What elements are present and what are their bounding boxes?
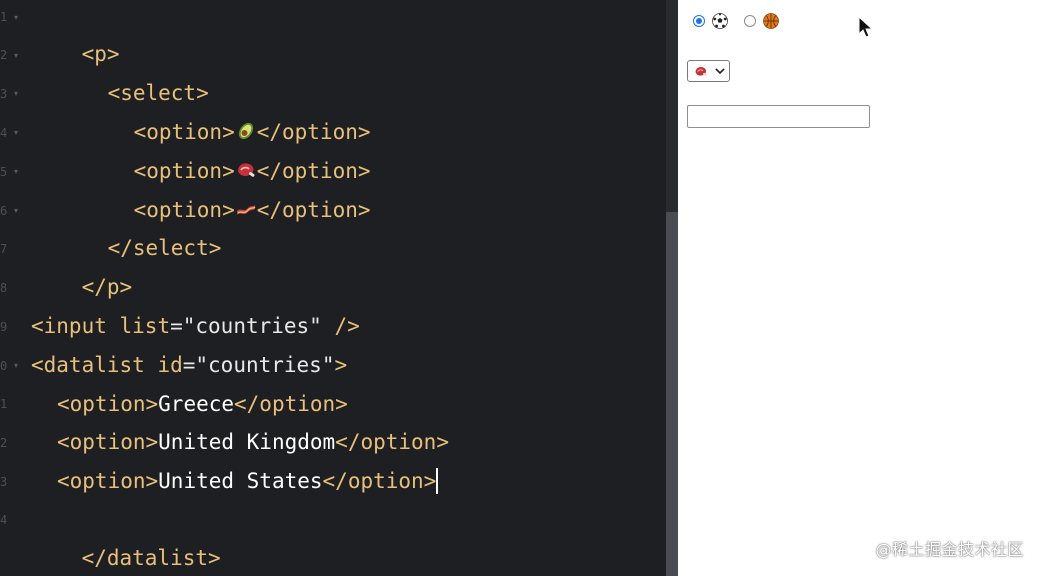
code-line: <option>United Kingdom</option> <box>57 423 449 461</box>
meat-icon <box>695 66 707 77</box>
bacon-icon <box>236 205 256 215</box>
fold-arrow-icon[interactable]: ▾ <box>14 13 22 22</box>
food-select[interactable] <box>687 60 730 82</box>
line-number: 1 <box>0 397 8 411</box>
editor-scrollbar-thumb[interactable] <box>666 212 678 576</box>
line-number: 5 <box>0 165 8 179</box>
mouse-cursor-icon <box>858 16 874 38</box>
line-number: 0 <box>0 359 8 373</box>
soccer-ball-icon <box>712 13 728 29</box>
code-token: United Kingdom <box>158 430 336 454</box>
code-line: <option> </option> <box>83 114 371 183</box>
chevron-down-icon <box>715 68 725 75</box>
code-line: <input list="countries" /> <box>31 307 360 345</box>
fold-arrow-icon[interactable]: ▾ <box>14 128 22 137</box>
line-number: 3 <box>0 87 8 101</box>
code-token: United States <box>158 469 323 493</box>
radio-soccer[interactable] <box>693 15 705 27</box>
code-token: = <box>182 353 196 377</box>
radio-basketball[interactable] <box>744 15 756 27</box>
fold-arrow-icon[interactable]: ▾ <box>14 89 22 98</box>
code-line: <option>United States</option> <box>57 462 439 500</box>
code-token: "countries" <box>195 353 335 377</box>
code-line: <datalist id="countries"> <box>31 346 347 384</box>
code-editor[interactable]: 1 2 3 4 5 6 7 8 9 0 1 2 3 4 ▾ ▾ ▾ ▾ ▾ ▾ … <box>0 0 666 576</box>
code-token: Greece <box>158 392 235 416</box>
fold-arrow-icon[interactable]: ▾ <box>14 206 22 215</box>
code-token: </option> <box>234 392 348 416</box>
line-number: 2 <box>0 436 8 450</box>
countries-input[interactable] <box>687 105 870 128</box>
text-caret <box>436 468 439 494</box>
line-number: 9 <box>0 320 8 334</box>
code-line: <option>Greece</option> <box>57 385 348 423</box>
watermark: @稀土掘金技术社区 <box>875 540 1024 559</box>
code-token: "countries" <box>182 314 322 338</box>
line-number: 4 <box>0 126 8 140</box>
fold-arrow-icon[interactable]: ▾ <box>14 167 22 176</box>
code-token: <option> <box>57 430 159 454</box>
code-line: </datalist> <box>31 501 221 570</box>
fold-arrow-icon[interactable]: ▾ <box>14 51 22 60</box>
code-token: <datalist <box>31 353 158 377</box>
preview-pane <box>678 0 1041 576</box>
line-number: 8 <box>0 281 8 295</box>
code-line: <select> <box>57 36 209 105</box>
code-line: <option> </option> <box>83 153 371 222</box>
fold-arrow-icon[interactable]: ▾ <box>14 361 22 370</box>
code-line: </select> <box>57 191 222 260</box>
code-token: = <box>170 314 183 338</box>
code-token: </datalist> <box>81 546 221 570</box>
code-line: </p> <box>31 230 133 299</box>
code-token: > <box>334 353 348 377</box>
line-number: 6 <box>0 204 8 218</box>
code-line: <p> <box>31 0 120 66</box>
code-line: <option> </option> <box>83 75 371 144</box>
code-token: /> <box>321 314 360 338</box>
code-token: list <box>119 314 171 338</box>
line-number: 7 <box>0 242 8 256</box>
line-number: 1 <box>0 10 8 24</box>
code-token: </option> <box>335 430 449 454</box>
line-number: 4 <box>0 513 8 527</box>
code-token: <option> <box>57 392 159 416</box>
line-number: 3 <box>0 475 8 489</box>
code-token: id <box>157 353 183 377</box>
code-token: <option> <box>57 469 159 493</box>
code-token: </option> <box>322 469 437 493</box>
code-token: <input <box>31 314 120 338</box>
line-number: 2 <box>0 48 8 62</box>
code-token: </option> <box>256 198 371 222</box>
code-token: </p> <box>81 275 133 299</box>
basketball-icon <box>763 13 779 29</box>
